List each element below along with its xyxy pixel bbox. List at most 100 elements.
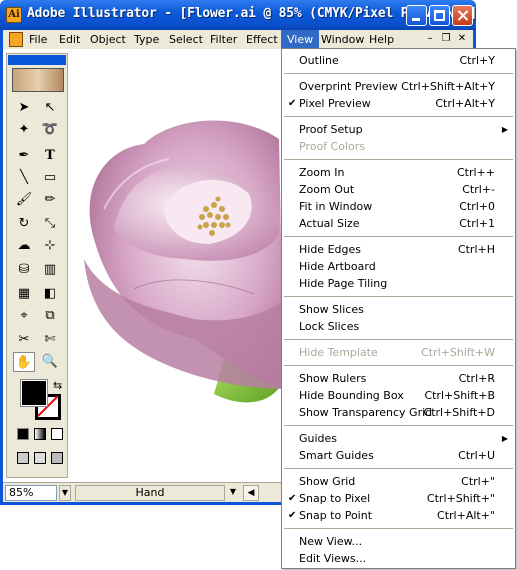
menu-item-outline[interactable]: Outline Ctrl+Y — [282, 52, 515, 69]
menu-item-label: Actual Size — [299, 217, 360, 230]
fill-color-swatch[interactable] — [20, 379, 48, 407]
gradient-mode-icon[interactable] — [34, 428, 46, 440]
eyedropper-tool-icon[interactable]: ⌖ — [13, 306, 35, 326]
menu-item-snap-to-point[interactable]: ✔ Snap to Point Ctrl+Alt+" — [282, 507, 515, 524]
menu-item-label: Proof Setup — [299, 123, 363, 136]
menu-item-zoom-out[interactable]: Zoom Out Ctrl+- — [282, 181, 515, 198]
menu-item-label: Snap to Pixel — [299, 492, 371, 505]
doc-minimize-icon[interactable]: – — [423, 33, 437, 46]
menu-item-label: Hide Bounding Box — [299, 389, 404, 402]
lasso-tool-icon[interactable]: ➰ — [39, 120, 61, 140]
menu-select[interactable]: Select — [163, 30, 209, 49]
menu-item-shortcut: Ctrl+Shift+B — [424, 389, 495, 402]
type-tool-icon[interactable]: T — [39, 146, 61, 166]
menu-item-show-transparency-grid[interactable]: Show Transparency Grid Ctrl+Shift+D — [282, 404, 515, 421]
slice-tool-icon[interactable]: ✂ — [13, 330, 35, 350]
blend-tool-icon[interactable]: ⧉ — [39, 306, 61, 326]
free-transform-tool-icon[interactable]: ⊹ — [39, 236, 61, 256]
menu-item-label: Show Transparency Grid — [299, 406, 433, 419]
menu-item-label: Hide Artboard — [299, 260, 376, 273]
title-bar[interactable]: Ai Adobe Illustrator - [Flower.ai @ 85% … — [0, 0, 477, 30]
menu-item-show-rulers[interactable]: Show Rulers Ctrl+R — [282, 370, 515, 387]
minimize-button[interactable] — [406, 5, 427, 26]
menu-filter[interactable]: Filter — [204, 30, 243, 49]
menu-item-proof-setup[interactable]: Proof Setup ▶ — [282, 121, 515, 138]
full-screen-menu-mode-icon[interactable] — [34, 452, 46, 464]
rectangle-tool-icon[interactable]: ▭ — [39, 168, 61, 188]
rotate-tool-icon[interactable]: ↻ — [13, 214, 35, 234]
menu-type[interactable]: Type — [128, 30, 165, 49]
standard-screen-mode-icon[interactable] — [17, 452, 29, 464]
warp-tool-icon[interactable]: ☁ — [13, 236, 35, 256]
symbol-sprayer-tool-icon[interactable]: ⛁ — [13, 260, 35, 280]
hand-tool-icon[interactable]: ✋ — [13, 352, 35, 372]
menu-item-edit-views[interactable]: Edit Views... — [282, 550, 515, 567]
menu-separator — [284, 159, 513, 160]
menu-item-fit-in-window[interactable]: Fit in Window Ctrl+0 — [282, 198, 515, 215]
menu-item-actual-size[interactable]: Actual Size Ctrl+1 — [282, 215, 515, 232]
menu-item-show-slices[interactable]: Show Slices — [282, 301, 515, 318]
menu-item-hide-artboard[interactable]: Hide Artboard — [282, 258, 515, 275]
status-dropdown-arrow-icon[interactable]: ▼ — [227, 485, 239, 501]
menu-separator — [284, 236, 513, 237]
menu-item-hide-bounding-box[interactable]: Hide Bounding Box Ctrl+Shift+B — [282, 387, 515, 404]
swap-fill-stroke-icon[interactable]: ⇆ — [53, 379, 62, 392]
menu-item-smart-guides[interactable]: Smart Guides Ctrl+U — [282, 447, 515, 464]
illustrator-app-icon[interactable]: Ai — [6, 7, 22, 23]
menu-item-snap-to-pixel[interactable]: ✔ Snap to Pixel Ctrl+Shift+" — [282, 490, 515, 507]
color-mode-icon[interactable] — [17, 428, 29, 440]
menu-item-shortcut: Ctrl+- — [462, 183, 495, 196]
line-tool-icon[interactable]: ╲ — [13, 168, 35, 188]
menu-item-label: Guides — [299, 432, 338, 445]
menu-item-new-view[interactable]: New View... — [282, 533, 515, 550]
direct-selection-tool-icon[interactable]: ↖ — [39, 98, 61, 118]
graph-tool-icon[interactable]: ▥ — [39, 260, 61, 280]
menu-view[interactable]: View — [281, 30, 320, 49]
menu-item-label: Edit Views... — [299, 552, 367, 565]
doc-close-icon[interactable]: ✕ — [455, 33, 469, 46]
pen-tool-icon[interactable]: ✒ — [13, 146, 35, 166]
menu-item-pixel-preview[interactable]: ✔ Pixel Preview Ctrl+Alt+Y — [282, 95, 515, 112]
menu-separator — [284, 365, 513, 366]
menu-item-shortcut: Ctrl+Shift+W — [421, 346, 495, 359]
menu-item-hide-page-tiling[interactable]: Hide Page Tiling — [282, 275, 515, 292]
menu-effect[interactable]: Effect — [240, 30, 284, 49]
close-button[interactable] — [452, 5, 473, 26]
check-icon: ✔ — [288, 98, 297, 109]
paintbrush-tool-icon[interactable]: 🖌 — [13, 190, 35, 210]
menu-file[interactable]: File — [23, 30, 53, 49]
maximize-button[interactable] — [429, 5, 450, 26]
menu-item-shortcut: Ctrl+Alt+" — [437, 509, 495, 522]
menu-item-show-grid[interactable]: Show Grid Ctrl+" — [282, 473, 515, 490]
none-mode-icon[interactable] — [51, 428, 63, 440]
menu-item-hide-edges[interactable]: Hide Edges Ctrl+H — [282, 241, 515, 258]
doc-restore-icon[interactable]: ❐ — [439, 33, 453, 46]
menu-item-zoom-in[interactable]: Zoom In Ctrl++ — [282, 164, 515, 181]
menu-item-overprint-preview[interactable]: Overprint Preview Ctrl+Shift+Alt+Y — [282, 78, 515, 95]
pencil-tool-icon[interactable]: ✏ — [39, 190, 61, 210]
full-screen-mode-icon[interactable] — [51, 452, 63, 464]
zoom-level-field[interactable]: 85% — [5, 485, 57, 501]
menu-item-guides[interactable]: Guides ▶ — [282, 430, 515, 447]
document-icon[interactable] — [9, 32, 23, 47]
check-icon: ✔ — [288, 493, 297, 504]
menu-item-label: Show Slices — [299, 303, 364, 316]
menu-edit[interactable]: Edit — [53, 30, 86, 49]
menu-item-label: New View... — [299, 535, 363, 548]
scroll-left-arrow-icon[interactable]: ◀ — [243, 485, 259, 501]
scale-tool-icon[interactable]: ⤡ — [39, 214, 61, 234]
scissors-tool-icon[interactable]: ✄ — [39, 330, 61, 350]
menu-item-lock-slices[interactable]: Lock Slices — [282, 318, 515, 335]
artboard-canvas[interactable] — [74, 59, 284, 484]
zoom-dropdown-arrow-icon[interactable]: ▼ — [59, 485, 71, 501]
magic-wand-tool-icon[interactable]: ✦ — [13, 120, 35, 140]
gradient-tool-icon[interactable]: ◧ — [39, 284, 61, 304]
menu-object[interactable]: Object — [84, 30, 132, 49]
menu-item-label: Pixel Preview — [299, 97, 371, 110]
toolbox-title-bar[interactable] — [8, 55, 66, 65]
zoom-tool-icon[interactable]: 🔍 — [39, 352, 61, 372]
selection-tool-icon[interactable]: ➤ — [13, 98, 35, 118]
mesh-tool-icon[interactable]: ▦ — [13, 284, 35, 304]
menu-help[interactable]: Help — [363, 30, 400, 49]
flower-artwork — [84, 120, 284, 403]
